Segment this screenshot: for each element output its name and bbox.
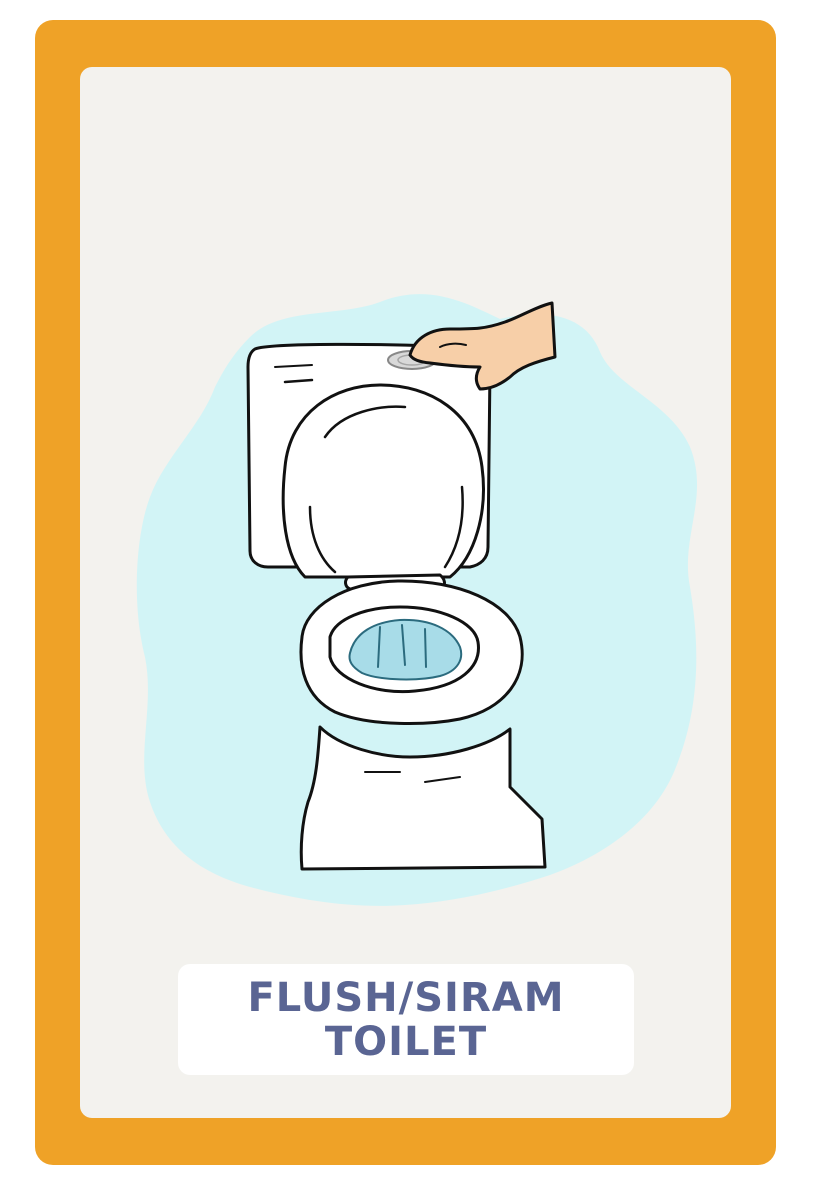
caption-line-1: FLUSH/SIRAM <box>247 974 565 1021</box>
caption-line-2: TOILET <box>324 1018 488 1065</box>
card-panel: FLUSH/SIRAM TOILET <box>80 67 731 1118</box>
toilet-illustration <box>136 294 698 906</box>
caption-box: FLUSH/SIRAM TOILET <box>178 964 634 1075</box>
